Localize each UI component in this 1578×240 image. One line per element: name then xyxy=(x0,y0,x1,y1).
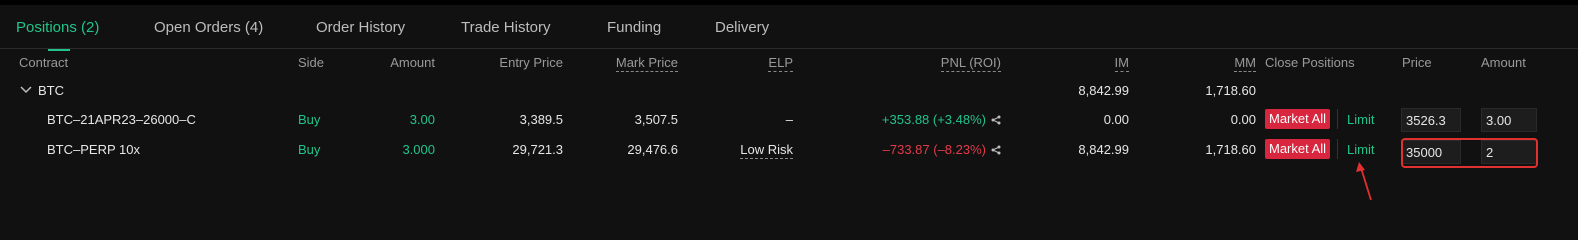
row-side: Buy xyxy=(298,142,321,157)
divider xyxy=(1337,109,1338,129)
col-close-amount: Amount xyxy=(1481,55,1526,70)
col-amount: Amount xyxy=(390,55,435,70)
mm-label: MM xyxy=(1234,55,1256,72)
row-amount: 3.00 xyxy=(409,112,435,127)
arrow-annotation-icon xyxy=(1356,162,1372,201)
highlight-box xyxy=(1401,138,1538,168)
tab-delivery[interactable]: Delivery xyxy=(715,19,769,36)
elp-risk-label: Low Risk xyxy=(740,142,793,159)
row-pnl: +353.88 (+3.48%) xyxy=(881,112,986,127)
row-elp[interactable]: Low Risk xyxy=(713,142,793,159)
row-side: Buy xyxy=(298,112,321,127)
row-mark-price: 29,476.6 xyxy=(627,142,678,157)
col-mm[interactable]: MM xyxy=(1196,55,1256,72)
tab-order-history[interactable]: Order History xyxy=(316,19,405,36)
row-contract[interactable]: BTC–PERP 10x xyxy=(47,142,140,157)
group-mm: 1,718.60 xyxy=(1205,83,1256,98)
active-tab-indicator xyxy=(48,49,70,51)
col-side: Side xyxy=(298,55,325,70)
col-entry-price: Entry Price xyxy=(499,55,563,70)
row-entry-price: 3,389.5 xyxy=(519,112,563,127)
tab-positions[interactable]: Positions (2) xyxy=(16,19,99,36)
share-icon[interactable] xyxy=(991,145,1001,155)
row-entry-price: 29,721.3 xyxy=(512,142,563,157)
col-elp[interactable]: ELP xyxy=(733,55,793,72)
row-mark-price: 3,507.5 xyxy=(634,112,678,127)
col-contract: Contract xyxy=(19,55,69,70)
im-label: IM xyxy=(1114,55,1129,72)
row-pnl: –733.87 (–8.23%) xyxy=(882,142,986,157)
limit-button[interactable]: Limit xyxy=(1347,112,1374,127)
group-im: 8,842.99 xyxy=(1078,83,1129,98)
row-amount: 3.000 xyxy=(402,142,435,157)
price-input[interactable] xyxy=(1401,108,1461,132)
amount-input[interactable] xyxy=(1481,108,1537,132)
tab-trade-history[interactable]: Trade History xyxy=(461,19,550,36)
divider xyxy=(1337,139,1338,159)
mark-price-label: Mark Price xyxy=(615,55,678,72)
row-im: 0.00 xyxy=(1103,112,1129,127)
col-close-positions: Close Positions xyxy=(1265,55,1355,70)
col-mark-price[interactable]: Mark Price xyxy=(578,55,678,72)
row-elp: – xyxy=(785,112,793,127)
row-mm: 1,718.60 xyxy=(1205,142,1256,157)
share-icon[interactable] xyxy=(991,115,1001,125)
group-name: BTC xyxy=(38,83,64,98)
pnl-label: PNL (ROI) xyxy=(940,55,1001,72)
col-price: Price xyxy=(1402,55,1432,70)
tab-funding[interactable]: Funding xyxy=(607,19,661,36)
limit-button[interactable]: Limit xyxy=(1347,142,1374,157)
tabs-bar: Positions (2) Open Orders (4) Order Hist… xyxy=(0,5,1578,51)
market-all-button[interactable]: Market All xyxy=(1265,139,1331,159)
row-contract[interactable]: BTC–21APR23–26000–C xyxy=(47,112,196,127)
chevron-down-icon[interactable] xyxy=(20,85,32,95)
row-mm: 0.00 xyxy=(1230,112,1256,127)
row-im: 8,842.99 xyxy=(1078,142,1129,157)
market-all-button[interactable]: Market All xyxy=(1265,109,1331,129)
col-im[interactable]: IM xyxy=(1069,55,1129,72)
tab-open-orders[interactable]: Open Orders (4) xyxy=(154,19,263,36)
elp-label: ELP xyxy=(768,55,793,72)
col-pnl[interactable]: PNL (ROI) xyxy=(891,55,1001,72)
